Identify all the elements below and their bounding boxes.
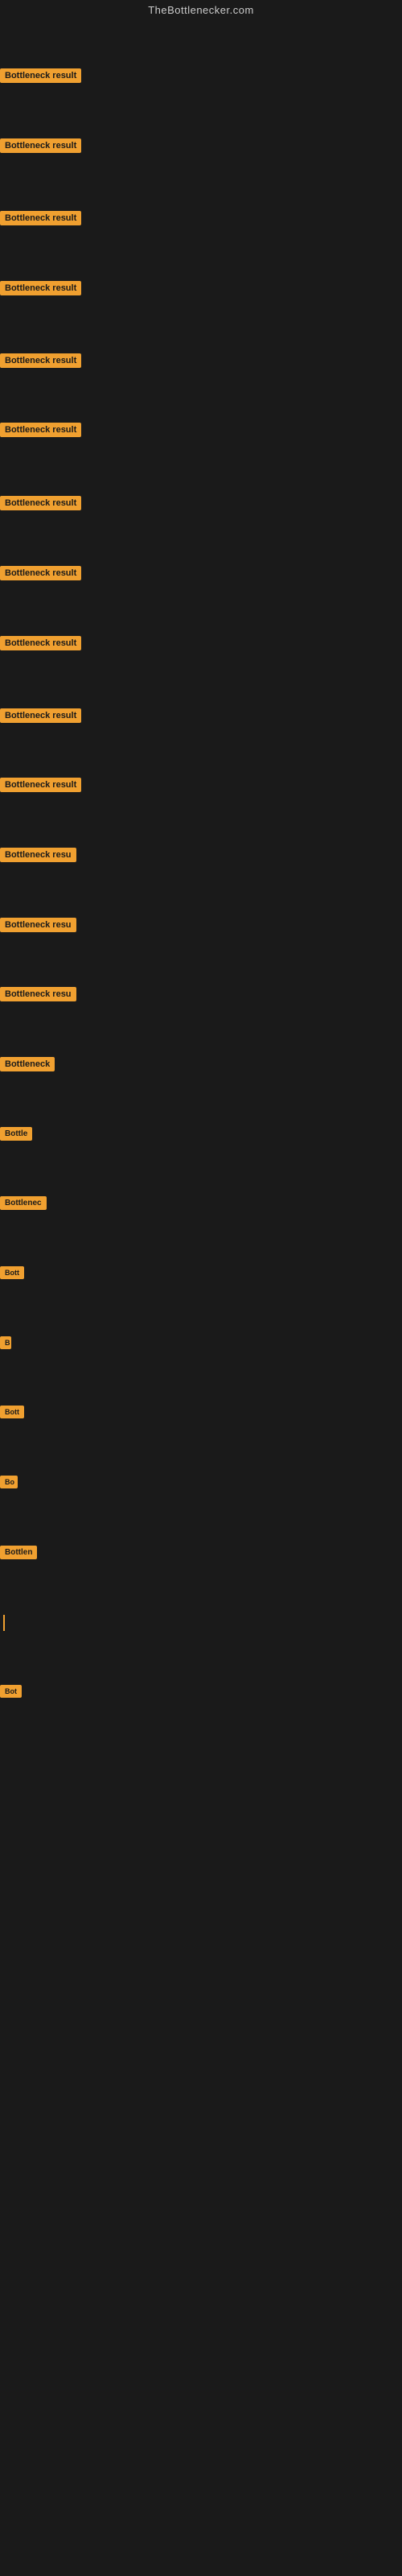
bottleneck-badge-12: Bottleneck resu	[0, 848, 76, 862]
site-title: TheBottlenecker.com	[0, 0, 402, 23]
bottleneck-badge-8: Bottleneck result	[0, 566, 81, 580]
bottleneck-row-12: Bottleneck resu	[0, 848, 402, 866]
bottleneck-row-7: Bottleneck result	[0, 496, 402, 514]
bottleneck-row-18: Bott	[0, 1266, 402, 1283]
bottleneck-row-21: Bo	[0, 1476, 402, 1492]
bottleneck-badge-2: Bottleneck result	[0, 138, 81, 153]
bottleneck-badge-24: Bot	[0, 1685, 22, 1698]
bottleneck-row-4: Bottleneck result	[0, 281, 402, 299]
bottleneck-row-9: Bottleneck result	[0, 636, 402, 654]
bottleneck-badge-5: Bottleneck result	[0, 353, 81, 368]
bottleneck-badge-17: Bottlenec	[0, 1196, 47, 1210]
bottleneck-badge-10: Bottleneck result	[0, 708, 81, 723]
bottleneck-row-16: Bottle	[0, 1127, 402, 1145]
bottleneck-row-8: Bottleneck result	[0, 566, 402, 584]
bottleneck-row-2: Bottleneck result	[0, 138, 402, 157]
bottleneck-row-23	[0, 1615, 402, 1631]
bottleneck-row-10: Bottleneck result	[0, 708, 402, 727]
bottleneck-row-19: B	[0, 1336, 402, 1353]
bottleneck-row-22: Bottlen	[0, 1546, 402, 1563]
bottleneck-badge-22: Bottlen	[0, 1546, 37, 1559]
page-wrapper: TheBottlenecker.com Bottleneck resultBot…	[0, 0, 402, 2576]
bottleneck-badge-16: Bottle	[0, 1127, 32, 1141]
bottleneck-badge-15: Bottleneck	[0, 1057, 55, 1071]
bottleneck-row-24: Bot	[0, 1685, 402, 1702]
bottleneck-badge-13: Bottleneck resu	[0, 918, 76, 932]
bottleneck-row-5: Bottleneck result	[0, 353, 402, 372]
bottleneck-badge-6: Bottleneck result	[0, 423, 81, 437]
bottleneck-row-3: Bottleneck result	[0, 211, 402, 229]
bottleneck-badge-18: Bott	[0, 1266, 24, 1279]
bottleneck-badge-9: Bottleneck result	[0, 636, 81, 650]
bottleneck-badge-14: Bottleneck resu	[0, 987, 76, 1001]
bottleneck-badge-11: Bottleneck result	[0, 778, 81, 792]
bottleneck-badge-4: Bottleneck result	[0, 281, 81, 295]
bottleneck-badge-7: Bottleneck result	[0, 496, 81, 510]
bottleneck-row-15: Bottleneck	[0, 1057, 402, 1075]
bottleneck-badge-1: Bottleneck result	[0, 68, 81, 83]
bottleneck-row-1: Bottleneck result	[0, 68, 402, 87]
line-indicator-23	[3, 1615, 5, 1631]
bottleneck-badge-19: B	[0, 1336, 11, 1349]
bottleneck-row-17: Bottlenec	[0, 1196, 402, 1214]
bottleneck-row-11: Bottleneck result	[0, 778, 402, 796]
bottleneck-row-6: Bottleneck result	[0, 423, 402, 441]
bottleneck-row-14: Bottleneck resu	[0, 987, 402, 1005]
bottleneck-row-13: Bottleneck resu	[0, 918, 402, 936]
rows-container: Bottleneck result Bottleneck result Bottle…	[0, 23, 402, 1765]
bottleneck-badge-20: Bott	[0, 1406, 24, 1418]
bottleneck-badge-3: Bottleneck result	[0, 211, 81, 225]
bottleneck-row-20: Bott	[0, 1406, 402, 1422]
bottleneck-badge-21: Bo	[0, 1476, 18, 1488]
